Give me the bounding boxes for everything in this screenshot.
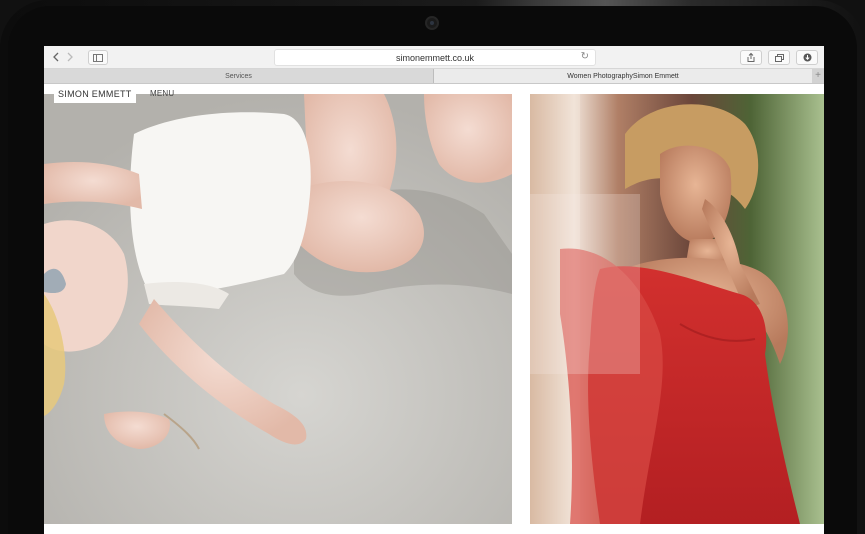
- plus-icon: +: [815, 70, 821, 81]
- tabs-icon: [774, 53, 784, 62]
- gallery-photo-woman-lying[interactable]: [44, 94, 512, 524]
- forward-button[interactable]: [64, 50, 76, 63]
- chevron-right-icon: [67, 52, 73, 61]
- menu-button[interactable]: MENU: [150, 89, 174, 98]
- sidebar-button[interactable]: [88, 50, 108, 65]
- tab-label: Women PhotographySimon Emmett: [567, 72, 679, 80]
- address-bar[interactable]: simonemmett.co.uk ↻: [274, 49, 596, 66]
- browser-window: simonemmett.co.uk ↻ Services Women Photo…: [44, 46, 824, 534]
- gallery-photo-woman-red-dress[interactable]: [530, 94, 824, 524]
- url-text: simonemmett.co.uk: [395, 52, 475, 63]
- tab-bar: Services Women PhotographySimon Emmett +: [44, 69, 824, 84]
- reload-icon[interactable]: ↻: [581, 51, 589, 62]
- camera-icon: [425, 16, 439, 30]
- download-icon: [803, 53, 811, 62]
- tab-label: Services: [225, 72, 252, 80]
- tablet-device: simonemmett.co.uk ↻ Services Women Photo…: [0, 0, 865, 534]
- tab-women-photography[interactable]: Women PhotographySimon Emmett: [434, 69, 812, 83]
- browser-toolbar: simonemmett.co.uk ↻: [44, 46, 824, 69]
- tab-services[interactable]: Services: [44, 69, 434, 83]
- share-button[interactable]: [740, 50, 762, 65]
- photo-woman-red-dress: [530, 94, 824, 524]
- chevron-left-icon: [53, 52, 59, 61]
- tabs-button[interactable]: [768, 50, 790, 65]
- page-content: SIMON EMMETT MENU: [44, 84, 824, 534]
- new-tab-button[interactable]: +: [812, 69, 824, 83]
- share-icon: [747, 52, 755, 62]
- back-button[interactable]: [50, 50, 62, 63]
- photo-woman-white-bodysuit: [44, 94, 512, 524]
- download-button[interactable]: [796, 50, 818, 65]
- sidebar-icon: [93, 53, 103, 62]
- site-logo[interactable]: SIMON EMMETT: [54, 86, 136, 103]
